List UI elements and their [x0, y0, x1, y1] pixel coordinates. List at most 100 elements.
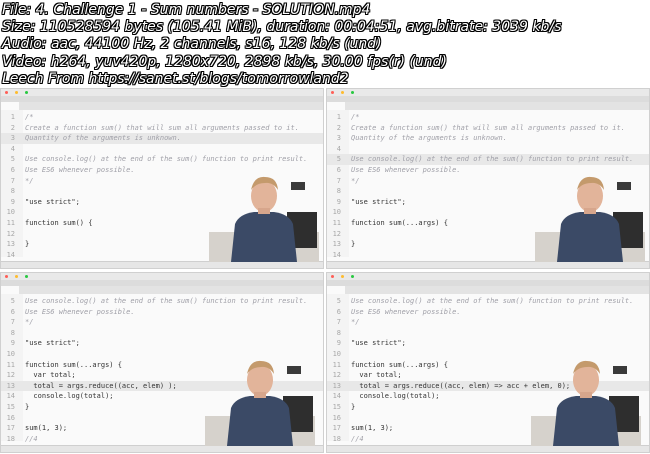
code-text: "use strict";	[25, 339, 80, 348]
editor-status-bar	[1, 445, 323, 452]
code-text: */	[25, 176, 34, 185]
code-text: /*	[25, 113, 34, 121]
code-line[interactable]: 6 Use ES6 whenever possible.	[1, 307, 323, 318]
line-number: 3	[10, 134, 15, 143]
line-number: 12	[332, 371, 341, 380]
line-number: 17	[332, 424, 341, 433]
code-text: sum(1, 3);	[25, 424, 68, 433]
window-control-icon[interactable]	[351, 275, 354, 278]
line-number: 7	[336, 318, 341, 327]
code-text: }	[25, 402, 30, 411]
shirt-shape	[227, 396, 293, 446]
file-name-line: File: 4. Challenge 1 - Sum numbers - SOL…	[2, 2, 371, 18]
code-text: Use ES6 whenever possible.	[25, 307, 135, 316]
line-number: 12	[332, 229, 341, 238]
line-number: 5	[336, 297, 341, 305]
window-control-icon[interactable]	[341, 275, 344, 278]
code-text: "use strict";	[351, 197, 406, 206]
code-line[interactable]: 5 Use console.log() at the end of the sum…	[1, 296, 323, 307]
line-number: 3	[336, 134, 341, 143]
editor-tab[interactable]	[1, 102, 19, 110]
line-number: 11	[6, 218, 15, 227]
mac-menu-bar	[327, 273, 649, 280]
code-line[interactable]: 4	[1, 144, 323, 155]
code-text: Use console.log() at the end of the sum(…	[25, 297, 308, 305]
code-text: //4	[351, 434, 364, 443]
line-number: 12	[6, 229, 15, 238]
window-control-icon[interactable]	[5, 91, 8, 94]
window-control-icon[interactable]	[25, 91, 28, 94]
code-line[interactable]: 5 Use console.log() at the end of the sum…	[327, 296, 649, 307]
mac-menu-bar	[327, 89, 649, 96]
line-number: 18	[332, 434, 341, 443]
audio-line: Audio: aac, 44100 Hz, 2 channels, s16, 1…	[2, 36, 382, 53]
code-text: total = args.reduce((acc, elem) );	[25, 381, 177, 390]
code-line[interactable]: 3 Quantity of the arguments is unknown.	[327, 133, 649, 144]
code-line[interactable]: 7 */	[327, 317, 649, 328]
video-line: Video: h264, yuv420p, 1280x720, 2898 kb/…	[2, 53, 447, 70]
code-line[interactable]: 1 /*	[1, 112, 323, 123]
line-number: 10	[6, 208, 15, 217]
neck-shape	[254, 392, 266, 398]
window-control-icon[interactable]	[331, 275, 334, 278]
line-number: 8	[336, 328, 341, 337]
window-control-icon[interactable]	[351, 91, 354, 94]
editor-tab-bar	[1, 286, 323, 294]
video-frame-2: 1 /* 2 Create a function sum() that will su…	[326, 88, 650, 269]
video-frame-4: 5 Use console.log() at the end of the sum…	[326, 272, 650, 453]
shirt-shape	[557, 212, 623, 262]
video-frame-3: 5 Use console.log() at the end of the sum…	[0, 272, 324, 453]
line-number: 11	[332, 360, 341, 369]
code-text: */	[25, 318, 34, 327]
line-number: 15	[6, 402, 15, 411]
code-line[interactable]: 4	[327, 144, 649, 155]
line-number: 6	[10, 307, 15, 316]
line-number: 6	[10, 165, 15, 174]
line-number: 10	[332, 349, 341, 358]
editor-tab[interactable]	[1, 286, 19, 294]
code-text: Quantity of the arguments is unknown.	[25, 134, 181, 143]
line-number: 13	[6, 240, 15, 249]
window-control-icon[interactable]	[5, 275, 8, 278]
code-line[interactable]: 2 Create a function sum() that will sum a…	[327, 123, 649, 134]
window-control-icon[interactable]	[15, 91, 18, 94]
editor-tab[interactable]	[327, 286, 345, 294]
mac-menu-bar	[1, 273, 323, 280]
code-text: function sum() {	[25, 218, 93, 227]
code-line[interactable]: 1 /*	[327, 112, 649, 123]
code-text: Quantity of the arguments is unknown.	[351, 134, 507, 143]
code-line[interactable]: 8	[327, 328, 649, 339]
neck-shape	[258, 208, 270, 214]
line-number: 5	[336, 155, 341, 164]
code-line[interactable]: 7 */	[1, 317, 323, 328]
window-control-icon[interactable]	[341, 91, 344, 94]
window-control-icon[interactable]	[25, 275, 28, 278]
mac-menu-bar	[1, 89, 323, 96]
code-text: Use ES6 whenever possible.	[351, 307, 461, 316]
window-control-icon[interactable]	[331, 91, 334, 94]
line-number: 13	[332, 381, 341, 390]
line-number: 8	[10, 328, 15, 337]
code-line[interactable]: 2 Create a function sum() that will sum a…	[1, 123, 323, 134]
code-line[interactable]: 6 Use ES6 whenever possible.	[327, 307, 649, 318]
editor-tab-bar	[1, 102, 323, 110]
presenter-video-overlay	[531, 360, 641, 446]
line-number: 9	[10, 197, 15, 206]
presenter-video-overlay	[535, 176, 645, 262]
line-number: 9	[336, 339, 341, 348]
source-line: Leech From https://sanet.st/blogs/tomorr…	[2, 70, 349, 87]
editor-tab[interactable]	[327, 102, 345, 110]
line-number: 8	[10, 187, 15, 196]
code-line[interactable]: 8	[1, 328, 323, 339]
editor-status-bar	[327, 261, 649, 268]
line-number: 4	[10, 144, 15, 153]
code-text: console.log(total);	[25, 392, 114, 401]
code-text: Use ES6 whenever possible.	[351, 165, 461, 174]
camera-icon	[287, 366, 301, 374]
window-control-icon[interactable]	[15, 275, 18, 278]
line-number: 14	[6, 392, 15, 401]
code-text: function sum(...args) {	[351, 218, 448, 227]
line-number: 7	[10, 176, 15, 185]
code-text: Use console.log() at the end of the sum(…	[351, 297, 634, 305]
code-line[interactable]: 3 Quantity of the arguments is unknown.	[1, 133, 323, 144]
